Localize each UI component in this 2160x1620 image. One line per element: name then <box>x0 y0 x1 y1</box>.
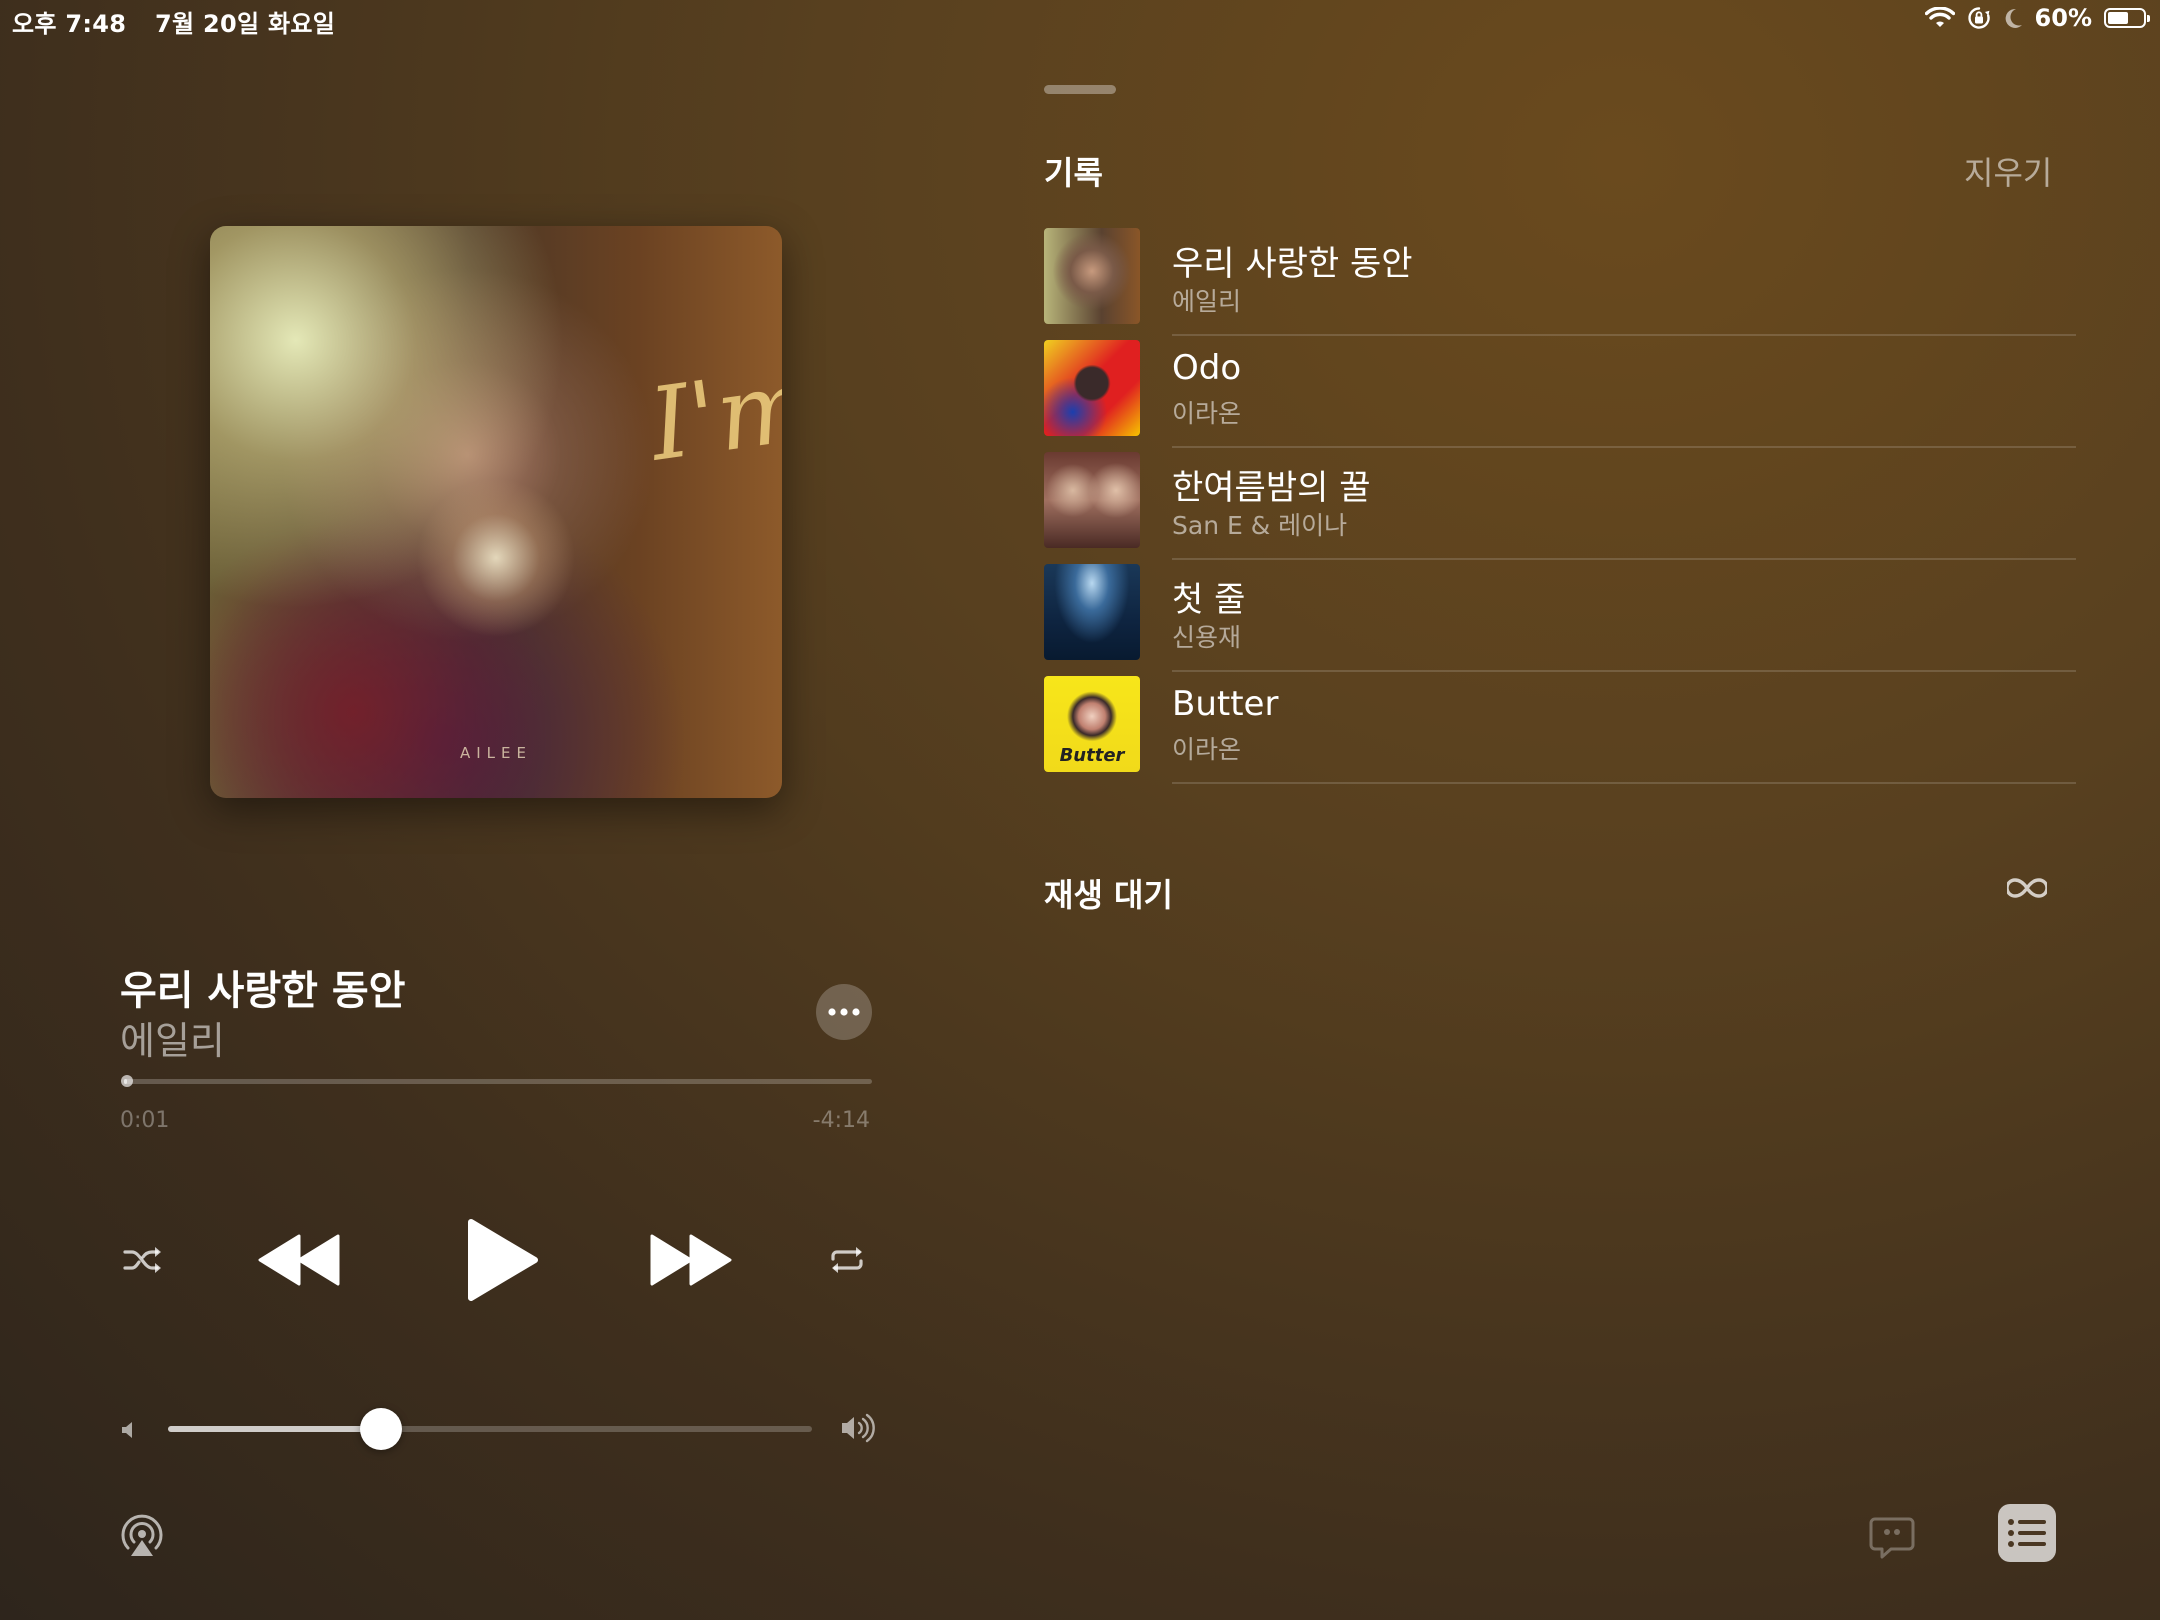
play-button[interactable] <box>456 1210 550 1310</box>
history-title: Butter <box>1172 684 1279 724</box>
lyrics-button[interactable] <box>1868 1514 1916 1562</box>
volume-high-icon <box>840 1412 876 1444</box>
history-title: Odo <box>1172 348 1242 388</box>
album-script-text: I'm <box>642 345 782 484</box>
wifi-icon <box>1924 7 1955 27</box>
repeat-button[interactable] <box>822 1238 872 1282</box>
status-date: 7월 20일 화요일 <box>154 10 336 38</box>
history-list: 우리 사랑한 동안 에일리 Odo 이라온 한여름밤의 꿀 San E & 레이… <box>1044 224 2076 784</box>
history-row-1[interactable]: 우리 사랑한 동안 에일리 <box>1044 224 2076 336</box>
status-time: 오후 7:48 <box>12 10 127 38</box>
thumbnail-label: Butter <box>1059 745 1125 766</box>
progress-scrubber[interactable] <box>121 1075 872 1087</box>
history-heading: 기록 <box>1044 154 1103 192</box>
history-row-2[interactable]: Odo 이라온 <box>1044 336 2076 448</box>
volume-fill <box>168 1426 381 1432</box>
history-row-4[interactable]: 첫 줄 신용재 <box>1044 560 2076 672</box>
album-thumbnail <box>1044 564 1140 660</box>
album-art[interactable]: I'm AILEE <box>210 226 782 798</box>
history-artist: San E & 레이나 <box>1172 511 1348 540</box>
album-thumbnail: Butter <box>1044 676 1140 772</box>
status-bar-left: 오후 7:48 7월 20일 화요일 <box>12 4 355 39</box>
volume-slider[interactable] <box>168 1408 812 1450</box>
moon-icon <box>2005 8 2022 28</box>
battery-cap <box>2147 15 2150 22</box>
time-elapsed: 0:01 <box>120 1108 170 1133</box>
play-icon <box>468 1219 538 1301</box>
status-bar-right: 60% <box>1924 4 2150 32</box>
list-icon <box>2008 1519 2046 1547</box>
orientation-lock-icon <box>1967 7 1990 29</box>
history-artist: 에일리 <box>1172 287 1242 316</box>
airplay-button[interactable] <box>118 1512 166 1560</box>
up-next-heading: 재생 대기 <box>1044 876 1173 914</box>
fast-forward-icon <box>650 1234 732 1286</box>
fast-forward-button[interactable] <box>646 1224 736 1296</box>
more-options-button[interactable] <box>816 984 872 1040</box>
repeat-icon <box>831 1247 863 1273</box>
history-title: 한여름밤의 꿀 <box>1172 468 1371 508</box>
volume-low-icon <box>118 1418 142 1442</box>
album-thumbnail <box>1044 452 1140 548</box>
album-artist-text: AILEE <box>460 744 532 762</box>
history-title: 첫 줄 <box>1172 580 1246 620</box>
sheet-grabber[interactable] <box>1044 85 1116 94</box>
rewind-icon <box>258 1234 340 1286</box>
history-artist: 신용재 <box>1172 623 1242 652</box>
history-row-3[interactable]: 한여름밤의 꿀 San E & 레이나 <box>1044 448 2076 560</box>
progress-knob[interactable] <box>121 1075 133 1087</box>
lyrics-quote-icon <box>1869 1517 1915 1559</box>
autoplay-button[interactable] <box>2006 870 2048 906</box>
row-divider <box>1172 782 2076 784</box>
history-row-5[interactable]: Butter Butter 이라온 <box>1044 672 2076 784</box>
shuffle-button[interactable] <box>118 1238 168 1282</box>
album-thumbnail <box>1044 340 1140 436</box>
airplay-icon <box>121 1514 163 1556</box>
infinity-icon <box>2007 878 2047 898</box>
now-playing-artist[interactable]: 에일리 <box>120 1010 225 1065</box>
history-artist: 이라온 <box>1172 399 1242 428</box>
rewind-button[interactable] <box>254 1224 344 1296</box>
clear-history-button[interactable]: 지우기 <box>1964 148 2052 194</box>
history-title: 우리 사랑한 동안 <box>1172 244 1413 284</box>
time-remaining: -4:14 <box>812 1108 870 1133</box>
now-playing-title: 우리 사랑한 동안 <box>120 968 406 1014</box>
ellipsis-icon <box>828 1008 860 1016</box>
battery-icon <box>2104 8 2150 28</box>
battery-fill <box>2108 12 2129 24</box>
battery-percent: 60% <box>2034 4 2092 32</box>
album-thumbnail <box>1044 228 1140 324</box>
queue-list-button[interactable] <box>1998 1504 2056 1562</box>
history-artist: 이라온 <box>1172 735 1242 764</box>
volume-knob[interactable] <box>359 1408 402 1450</box>
shuffle-icon <box>123 1247 161 1273</box>
